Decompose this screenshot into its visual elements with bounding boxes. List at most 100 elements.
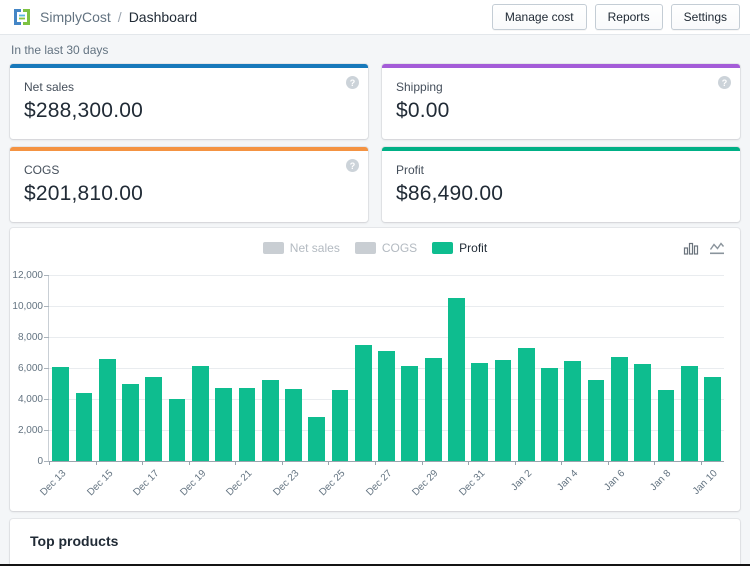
bar-dec-20[interactable]	[215, 388, 232, 461]
shipping-card: ? Shipping $0.00	[382, 64, 740, 139]
top-products-title: Top products	[30, 533, 119, 549]
stat-value: $0.00	[396, 99, 450, 122]
bar-slot: Jan 4	[556, 275, 584, 493]
bar-dec-13[interactable]	[52, 367, 70, 461]
reports-button[interactable]: Reports	[594, 4, 663, 30]
x-axis-label: Jan 10	[691, 468, 721, 498]
x-axis-label: Jan 6	[602, 468, 628, 494]
bar-dec-14[interactable]	[75, 393, 93, 461]
bar-slot	[584, 275, 607, 461]
stat-value: $201,810.00	[24, 182, 143, 205]
bar-slot	[491, 275, 514, 461]
bar-dec-30[interactable]	[448, 298, 465, 461]
help-icon[interactable]: ?	[346, 76, 359, 89]
help-icon[interactable]: ?	[718, 76, 731, 89]
bar-dec-27[interactable]	[378, 351, 395, 461]
legend-swatch	[354, 242, 376, 254]
bar-dec-21[interactable]	[238, 388, 256, 461]
y-axis-label: 8,000	[17, 332, 43, 343]
stat-value: $86,490.00	[396, 182, 504, 205]
legend-item-net-sales[interactable]: Net sales	[262, 241, 340, 255]
bar-dec-18[interactable]	[168, 399, 186, 461]
topbar-actions: Manage cost Reports Settings	[491, 4, 740, 30]
bar-dec-29[interactable]	[424, 358, 442, 461]
bar-slot	[119, 275, 142, 461]
bar-slot	[259, 275, 282, 461]
bar-slot	[165, 275, 188, 461]
cogs-card: ? COGS $201,810.00	[10, 147, 368, 222]
bar-dec-17[interactable]	[145, 377, 163, 461]
legend-label: Profit	[459, 241, 488, 255]
bar-dec-15[interactable]	[98, 359, 116, 461]
bar-jan-1[interactable]	[494, 360, 512, 461]
bar-slot: Dec 31	[457, 275, 491, 498]
bar-dec-24[interactable]	[308, 417, 326, 461]
x-axis-label: Dec 25	[317, 468, 348, 499]
simplycost-logo-icon	[14, 9, 30, 25]
bar-dec-26[interactable]	[354, 345, 372, 461]
legend-item-cogs[interactable]: COGS	[354, 241, 417, 255]
bar-slot: Jan 6	[602, 275, 631, 493]
page-title: Dashboard	[128, 9, 198, 25]
help-icon[interactable]: ?	[346, 159, 359, 172]
x-axis-label: Dec 27	[364, 468, 395, 499]
bar-dec-28[interactable]	[401, 366, 419, 461]
bar-jan-5[interactable]	[587, 380, 605, 461]
bar-jan-3[interactable]	[541, 368, 558, 461]
bar-series-profit: Dec 13 Dec 15 Dec 17 Dec 19 Dec 21 Dec 23 Dec …	[38, 275, 724, 498]
app-name[interactable]: SimplyCost	[40, 9, 111, 25]
bar-slot: Dec 17	[131, 275, 165, 498]
y-axis-label: 4,000	[17, 394, 43, 405]
y-axis-label: 10,000	[12, 301, 43, 312]
bar-jan-4[interactable]	[564, 361, 582, 461]
settings-button[interactable]: Settings	[670, 4, 740, 30]
bar-dec-16[interactable]	[122, 384, 139, 461]
top-products-card: Top products Product Variant Net quantit…	[10, 519, 740, 566]
bar-slot: Jan 10	[691, 275, 724, 497]
bar-jan-2[interactable]	[517, 348, 535, 461]
legend-item-profit[interactable]: Profit	[432, 241, 487, 255]
stat-cards: ? Net sales $288,300.00 ? Shipping $0.00…	[10, 64, 740, 222]
x-axis-label: Dec 21	[224, 468, 255, 499]
bar-slot	[212, 275, 235, 461]
bar-dec-31[interactable]	[471, 363, 489, 461]
period-label: In the last 30 days	[11, 43, 109, 57]
bar-jan-10[interactable]	[704, 377, 721, 461]
bar-slot: Dec 29	[411, 275, 445, 498]
stat-value: $288,300.00	[24, 99, 143, 122]
bar-chart-icon[interactable]	[683, 240, 699, 256]
stat-label: Net sales	[24, 80, 75, 94]
x-axis-label: Dec 17	[131, 468, 162, 499]
bar-dec-19[interactable]	[191, 366, 209, 461]
bar-slot	[398, 275, 421, 461]
bar-jan-8[interactable]	[657, 390, 675, 461]
legend-swatch	[262, 242, 284, 254]
bar-jan-7[interactable]	[634, 364, 652, 461]
bar-slot: Dec 23	[271, 275, 305, 498]
x-axis-label: Jan 4	[555, 468, 581, 494]
y-axis-label: 6,000	[17, 363, 43, 374]
x-axis-label: Dec 29	[410, 468, 441, 499]
line-chart-icon[interactable]	[709, 240, 725, 256]
stat-label: Profit	[396, 163, 425, 177]
chart-type-toolbar	[683, 240, 725, 256]
bar-slot: Jan 8	[649, 275, 677, 493]
bar-slot: Dec 13	[38, 275, 72, 498]
bar-slot: Dec 15	[85, 275, 119, 498]
bar-dec-23[interactable]	[285, 389, 302, 461]
bar-dec-22[interactable]	[261, 380, 279, 461]
bar-slot	[72, 275, 95, 461]
manage-cost-button[interactable]: Manage cost	[491, 4, 587, 30]
x-axis-label: Dec 13	[38, 468, 69, 499]
bar-slot	[445, 275, 468, 461]
profit-chart-card: Net sales COGS Profit 0 2,000 4,000 6,000 8	[10, 228, 740, 511]
bar-jan-9[interactable]	[680, 366, 698, 461]
y-axis-label: 2,000	[17, 425, 43, 436]
bar-jan-6[interactable]	[611, 357, 628, 461]
bar-slot: Jan 2	[509, 275, 538, 493]
bar-dec-25[interactable]	[331, 390, 349, 461]
x-axis-label: Dec 15	[84, 468, 115, 499]
x-axis-label: Dec 31	[457, 468, 488, 499]
app-viewport: SimplyCost / Dashboard Manage cost Repor…	[0, 0, 750, 566]
bar-slot	[352, 275, 375, 461]
